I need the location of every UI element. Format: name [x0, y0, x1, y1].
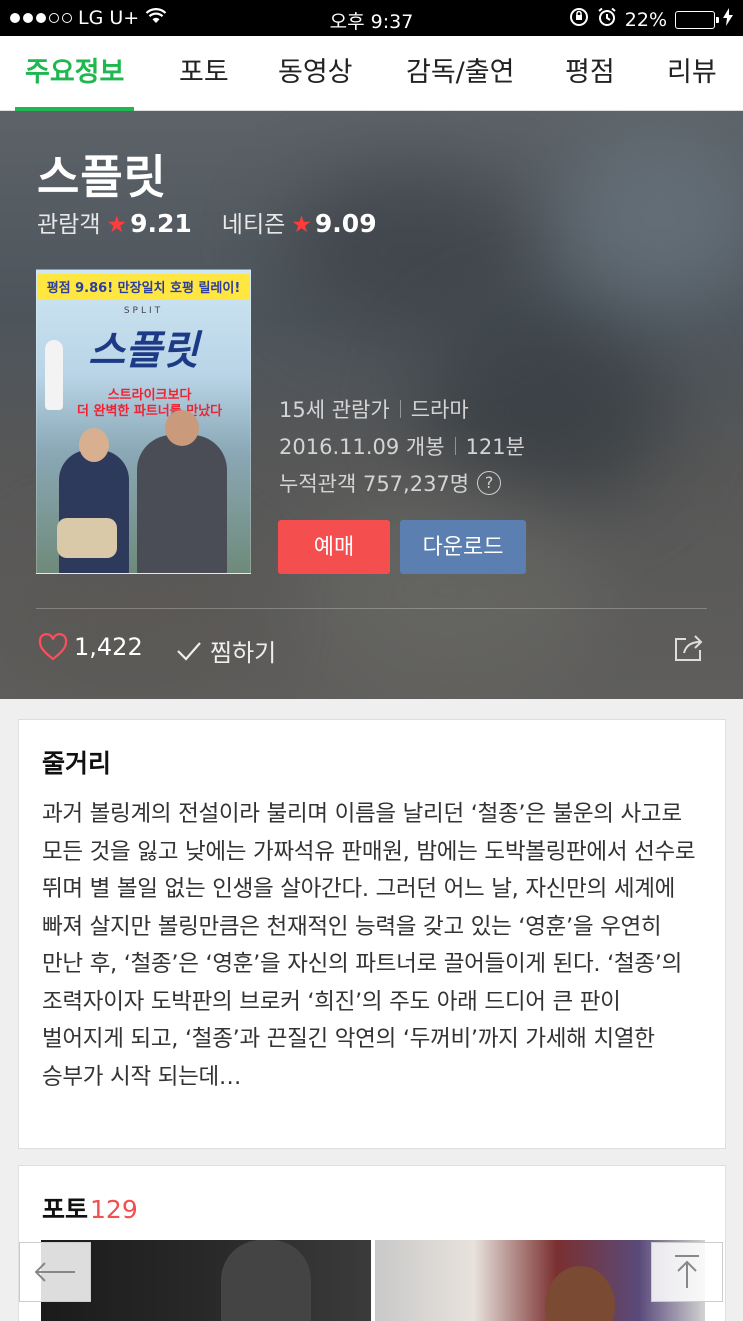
status-bar: LG U+ 오후 9:37 22%: [0, 0, 743, 36]
movie-hero: 스플릿 관람객 ★ 9.21 네티즌 ★ 9.09 평점 9.86! 만장일치 호평 릴…: [0, 111, 743, 699]
netizen-label: 네티즌: [221, 212, 286, 238]
meta-release-runtime: 2016.11.09 개봉 121분: [279, 431, 525, 461]
tab-review[interactable]: 리뷰: [667, 36, 717, 111]
photo-count: 129: [90, 1195, 138, 1224]
divider: [36, 608, 707, 609]
synopsis-card: 줄거리 과거 볼링계의 전설이라 불리며 이름을 날리던 ‘철종’은 불운의 사…: [18, 719, 726, 1149]
poster-figure: [137, 435, 227, 573]
tab-cast[interactable]: 감독/출연: [406, 36, 514, 111]
meta-cumulative: 누적관객 757,237명?: [279, 468, 502, 498]
share-icon: [675, 635, 703, 661]
like-button[interactable]: 1,422: [38, 633, 143, 661]
check-icon: [177, 641, 201, 661]
photo-card: 포토129: [18, 1165, 726, 1321]
arrow-up-icon: [675, 1255, 699, 1288]
share-button[interactable]: [673, 633, 705, 667]
like-count: 1,422: [74, 633, 143, 661]
poster-tagline-line2: 더 완벽한 파트너를 만났다: [77, 404, 223, 419]
release-date: 2016.11.09 개봉: [279, 435, 445, 459]
tab-main-info[interactable]: 주요정보: [14, 36, 135, 111]
poster-banner: 평점 9.86! 만장일치 호평 릴레이!: [37, 274, 250, 299]
poster-figure: [165, 410, 199, 446]
movie-poster[interactable]: 평점 9.86! 만장일치 호평 릴레이! SPLIT 스플릿 스트라이크보다 …: [36, 269, 251, 574]
star-icon: ★: [291, 212, 312, 238]
synopsis-heading: 줄거리: [42, 749, 112, 778]
netizen-rating: 네티즌 ★ 9.09: [222, 205, 377, 239]
tab-bar: 주요정보 포토 동영상 감독/출연 평점 리뷰: [0, 36, 743, 111]
thumbnail-figure: [545, 1266, 615, 1321]
poster-figure: [57, 518, 117, 558]
heart-icon: [38, 633, 68, 661]
arrow-left-icon: [34, 1262, 75, 1282]
poster-subtitle: SPLIT: [123, 306, 164, 316]
reserve-button[interactable]: 예매: [278, 520, 390, 574]
age-rating: 15세 관람가: [279, 398, 390, 422]
netizen-score: 9.09: [314, 209, 377, 238]
battery-icon: [675, 10, 719, 29]
help-icon[interactable]: ?: [477, 471, 502, 495]
synopsis-text[interactable]: 과거 볼링계의 전설이라 불리며 이름을 날리던 ‘철종’은 불운의 사고로 모…: [42, 796, 702, 1096]
tab-photo[interactable]: 포토: [179, 36, 229, 111]
cumulative-audience: 누적관객 757,237명: [279, 472, 470, 496]
battery-percent: 22%: [624, 8, 667, 31]
photo-heading-label: 포토: [42, 1195, 89, 1224]
genre: 드라마: [410, 398, 469, 422]
audience-rating: 관람객 ★ 9.21: [37, 205, 192, 239]
back-button[interactable]: [19, 1242, 91, 1302]
alarm-icon: [597, 7, 617, 32]
meta-rating-genre: 15세 관람가 드라마: [279, 394, 469, 424]
poster-title: 스플릿: [88, 328, 199, 374]
poster-tagline: 스트라이크보다 더 완벽한 파트너를 만났다: [77, 388, 222, 420]
movie-title: 스플릿: [37, 150, 167, 204]
wish-button[interactable]: 찜하기: [176, 633, 276, 668]
ratings-row: 관람객 ★ 9.21 네티즌 ★ 9.09: [37, 205, 377, 239]
poster-tagline-line1: 스트라이크보다: [107, 388, 192, 403]
charging-icon: [723, 8, 733, 31]
tab-video[interactable]: 동영상: [278, 36, 353, 111]
poster-figure: [79, 428, 109, 462]
tab-rating[interactable]: 평점: [565, 36, 615, 111]
download-button[interactable]: 다운로드: [400, 520, 526, 574]
photo-heading: 포토129: [42, 1190, 702, 1226]
thumbnail-figure: [221, 1240, 311, 1321]
audience-label: 관람객: [37, 212, 101, 238]
status-right: 22%: [569, 7, 733, 32]
runtime: 121분: [465, 435, 525, 459]
star-icon: ★: [106, 212, 128, 238]
orientation-lock-icon: [569, 7, 589, 32]
scroll-top-button[interactable]: [651, 1242, 723, 1302]
wish-label: 찜하기: [210, 639, 277, 667]
audience-score: 9.21: [130, 209, 192, 238]
